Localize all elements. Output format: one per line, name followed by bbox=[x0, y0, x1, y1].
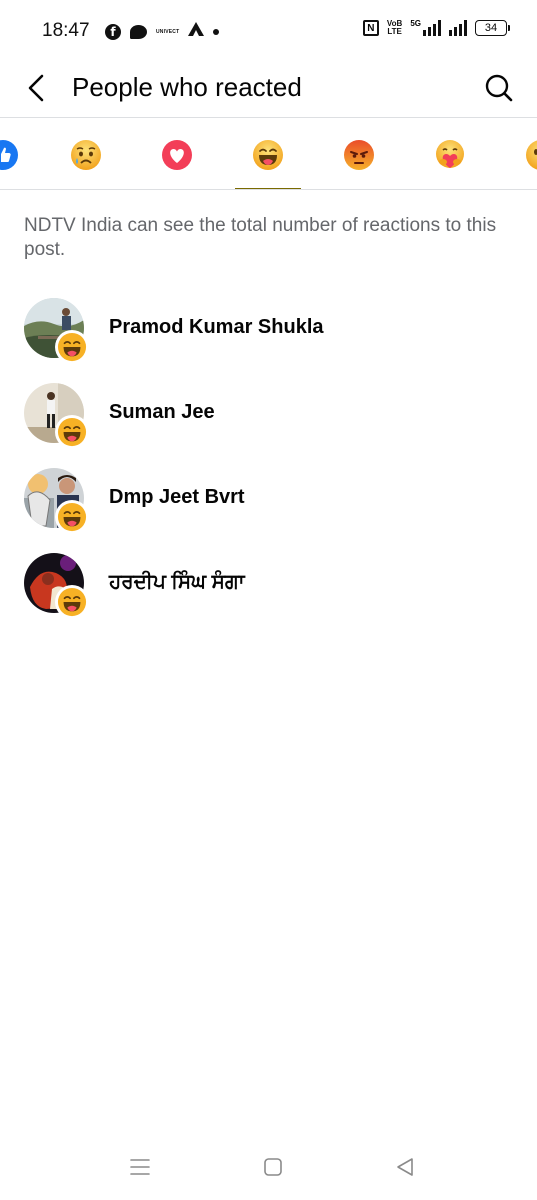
menu-icon bbox=[130, 1159, 150, 1175]
search-icon bbox=[485, 74, 513, 102]
reactor-name[interactable]: Pramod Kumar Shukla bbox=[109, 316, 324, 339]
signal-5g-icon: 5G bbox=[410, 20, 441, 36]
reactor-row[interactable]: Pramod Kumar Shukla bbox=[0, 296, 537, 381]
notification-icons: f UNIVECT bbox=[105, 22, 220, 41]
tab-care[interactable] bbox=[417, 119, 483, 189]
facebook-icon: f bbox=[105, 23, 121, 40]
haha-badge-icon bbox=[55, 330, 89, 364]
like-reaction-icon bbox=[0, 139, 19, 171]
messenger-icon bbox=[130, 24, 147, 39]
triangle-app-icon bbox=[188, 22, 205, 41]
system-back-button[interactable] bbox=[387, 1152, 423, 1182]
volte-bottom: LTE bbox=[387, 27, 402, 36]
app-notification-label: UNIVECT bbox=[156, 28, 180, 35]
signal-strength-icon bbox=[449, 20, 467, 36]
back-triangle-icon bbox=[397, 1158, 413, 1176]
battery-icon: 34 bbox=[475, 20, 510, 36]
haha-badge-icon bbox=[55, 415, 89, 449]
haha-badge-icon bbox=[55, 500, 89, 534]
page-title: People who reacted bbox=[72, 72, 302, 102]
back-button[interactable] bbox=[18, 70, 54, 106]
haha-badge-icon bbox=[55, 585, 89, 619]
tab-wow[interactable] bbox=[508, 119, 537, 189]
status-bar: 18:47 f UNIVECT N VoB LTE 5G 34 bbox=[0, 0, 537, 62]
reactor-name[interactable]: Suman Jee bbox=[109, 401, 215, 424]
reactor-name[interactable]: Dmp Jeet Bvrt bbox=[109, 486, 245, 509]
tab-haha[interactable] bbox=[235, 119, 301, 189]
nfc-icon: N bbox=[362, 20, 379, 36]
reactor-row[interactable]: Dmp Jeet Bvrt bbox=[0, 466, 537, 551]
volte-icon: VoB LTE bbox=[387, 20, 402, 36]
app-header: People who reacted bbox=[0, 62, 537, 118]
search-button[interactable] bbox=[481, 70, 517, 106]
tab-like[interactable] bbox=[0, 119, 36, 189]
tab-sad[interactable] bbox=[53, 119, 119, 189]
wow-reaction-icon bbox=[525, 139, 537, 171]
home-button[interactable] bbox=[255, 1152, 291, 1182]
reactions-visibility-note: NDTV India can see the total number of r… bbox=[24, 215, 497, 260]
home-square-icon bbox=[264, 1158, 282, 1176]
care-reaction-icon bbox=[434, 139, 466, 171]
system-status-icons: N VoB LTE 5G 34 bbox=[362, 20, 510, 36]
more-notifications-dot-icon bbox=[213, 28, 220, 35]
reaction-tabs bbox=[0, 119, 537, 190]
haha-reaction-icon bbox=[252, 139, 284, 171]
network-type-label: 5G bbox=[410, 19, 421, 28]
sad-reaction-icon bbox=[70, 139, 102, 171]
tab-angry[interactable] bbox=[326, 119, 392, 189]
system-nav-bar bbox=[0, 1134, 537, 1200]
love-reaction-icon bbox=[161, 139, 193, 171]
angry-reaction-icon bbox=[343, 139, 375, 171]
reactor-row[interactable]: Suman Jee bbox=[0, 381, 537, 466]
reactor-row[interactable]: ਹਰਦੀਪ ਸਿੰਘ ਸੰਗਾ bbox=[0, 551, 537, 636]
status-time: 18:47 bbox=[42, 20, 90, 41]
chevron-left-icon bbox=[28, 74, 44, 102]
recent-apps-button[interactable] bbox=[122, 1152, 158, 1182]
reactor-list: Pramod Kumar Shukla Suman Jee Dmp Jeet B… bbox=[0, 296, 537, 636]
tab-love[interactable] bbox=[144, 119, 210, 189]
reactor-name[interactable]: ਹਰਦੀਪ ਸਿੰਘ ਸੰਗਾ bbox=[109, 571, 245, 594]
